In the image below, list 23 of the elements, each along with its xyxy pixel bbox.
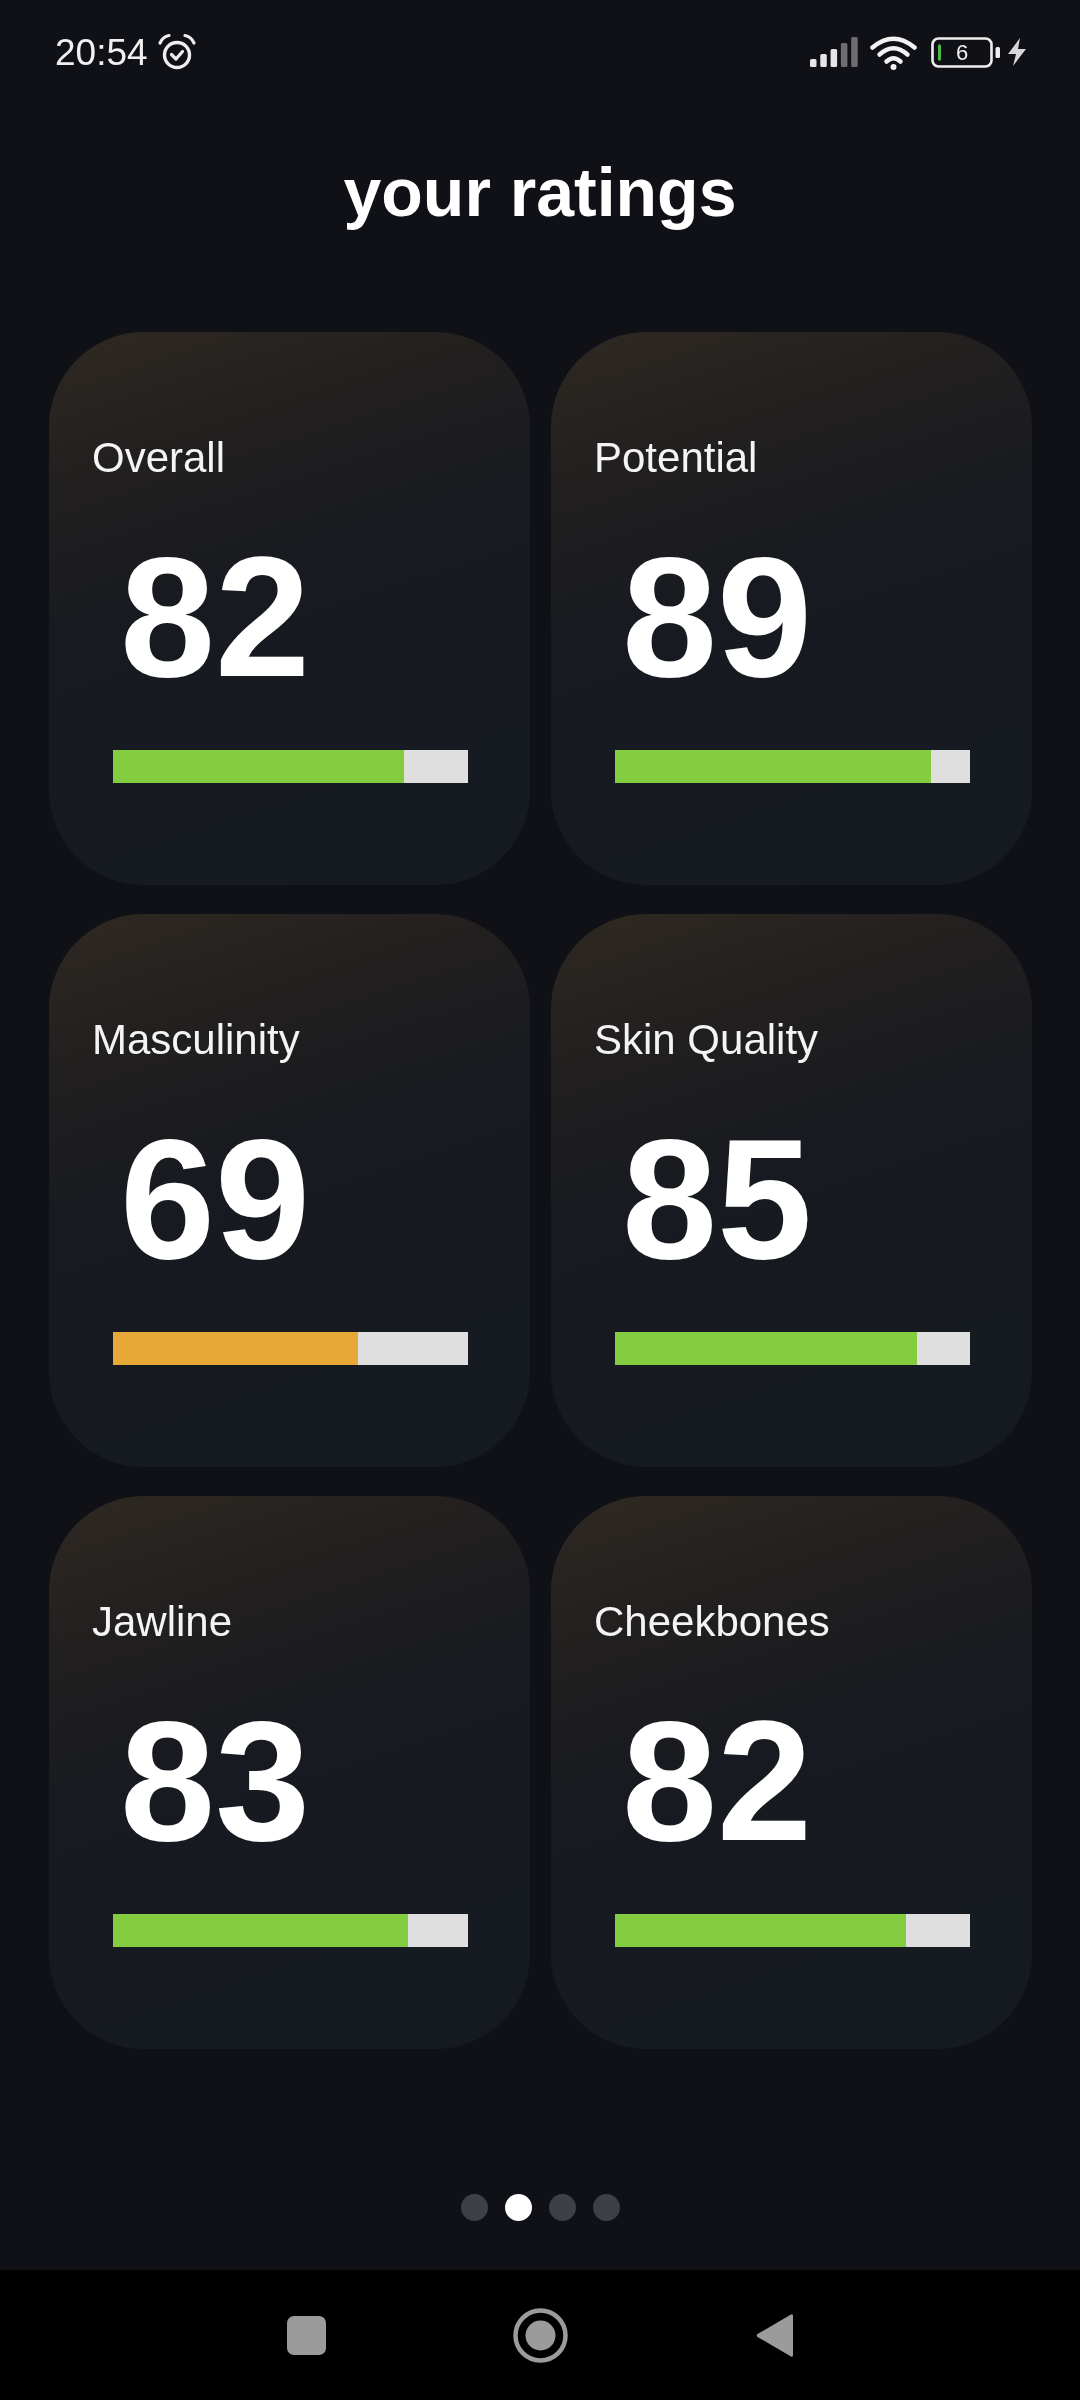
status-time: 20:54 — [55, 33, 148, 71]
back-icon[interactable] — [756, 2312, 793, 2358]
battery-percentage: 6 — [956, 41, 969, 64]
rating-score: 69 — [120, 1113, 311, 1285]
rating-score: 83 — [120, 1695, 311, 1867]
recents-icon[interactable] — [287, 2315, 326, 2355]
rating-score: 85 — [622, 1113, 813, 1285]
rating-label: Masculinity — [92, 1015, 300, 1065]
screen-title: your ratings — [343, 153, 737, 232]
rating-label: Jawline — [92, 1597, 233, 1647]
rating-score: 82 — [622, 1695, 813, 1867]
signal-strength-icon — [810, 37, 858, 67]
home-icon[interactable] — [513, 2307, 568, 2363]
battery-icon — [931, 36, 1001, 68]
wifi-icon — [870, 34, 917, 70]
rating-score: 82 — [120, 531, 311, 703]
rating-label: Skin Quality — [594, 1015, 819, 1065]
rating-label: Potential — [594, 433, 758, 483]
rating-label: Cheekbones — [594, 1597, 830, 1647]
rating-score: 89 — [622, 531, 813, 703]
charging-bolt-icon — [1006, 38, 1028, 66]
alarm-clock-icon — [156, 33, 197, 71]
rating-label: Overall — [92, 433, 226, 483]
